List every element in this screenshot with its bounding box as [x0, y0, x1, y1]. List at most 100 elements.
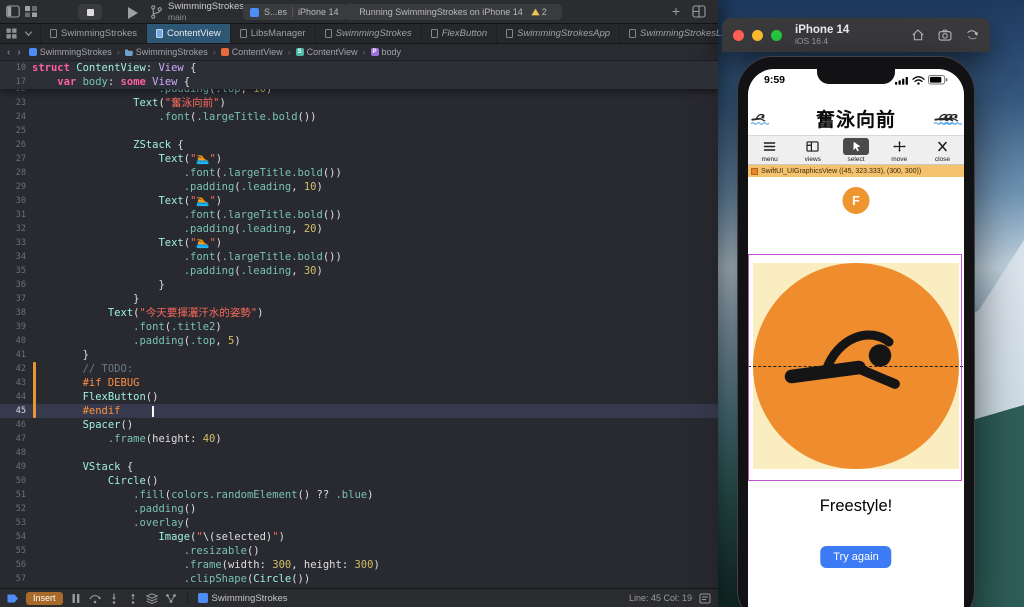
code-line[interactable]: 46 Spacer() [0, 418, 718, 432]
code-line[interactable]: 39 .font(.title2) [0, 320, 718, 334]
simulator-titlebar[interactable]: iPhone 14 iOS 16.4 [722, 18, 990, 52]
code-line[interactable]: 10 struct ContentView: View { [0, 61, 718, 75]
debug-tool-close[interactable]: close [921, 136, 964, 164]
code-line[interactable]: 55 .resizable() [0, 544, 718, 558]
code-line[interactable]: 24 .font(.largeTitle.bold()) [0, 110, 718, 124]
floating-badge[interactable]: F [842, 187, 870, 214]
editor-tab[interactable]: FlexButton [422, 24, 498, 43]
editor-tab[interactable]: ContentView [147, 24, 231, 43]
code-text: #if DEBUG [82, 377, 140, 389]
debug-tool-menu[interactable]: menu [748, 136, 791, 164]
code-line[interactable]: 38 Text("今天要揮灑汗水的姿勢") [0, 306, 718, 320]
code-text: .resizable() [183, 545, 260, 557]
breadcrumb-item[interactable]: SwimmingStrokes [28, 47, 112, 57]
run-destination[interactable]: iPhone 14 [298, 7, 339, 17]
code-line[interactable]: 34 .font(.largeTitle.bold()) [0, 250, 718, 264]
rotate-icon[interactable] [965, 28, 979, 42]
editor-tab[interactable]: LibsManager [231, 24, 316, 43]
code-line[interactable]: 26 ZStack { [0, 138, 718, 152]
code-line[interactable]: 42 // TODO: [0, 362, 718, 376]
code-line[interactable]: 57 .clipShape(Circle()) [0, 572, 718, 586]
scm-info[interactable]: SwimmingStrokes main [168, 1, 244, 23]
code-line[interactable]: 30 Text("🏊") [0, 194, 718, 208]
text-caret [152, 406, 154, 417]
code-line[interactable]: 49 VStack { [0, 460, 718, 474]
library-button[interactable] [692, 5, 706, 18]
debug-tool-views[interactable]: views [791, 136, 834, 164]
debug-tool-move[interactable]: move [878, 136, 921, 164]
code-line[interactable]: 40 .padding(.top, 5) [0, 334, 718, 348]
issues-badge[interactable]: 2 [531, 7, 547, 17]
code-line[interactable]: 53 .overlay( [0, 516, 718, 530]
home-icon[interactable] [911, 28, 925, 42]
code-line[interactable]: 33 Text("🏊") [0, 236, 718, 250]
code-line[interactable]: 50 Circle() [0, 474, 718, 488]
source-change-bar[interactable] [33, 362, 36, 418]
editor-tab[interactable]: SwimmingStrokes [41, 24, 148, 43]
code-line[interactable]: 56 .frame(width: 300, height: 300) [0, 558, 718, 572]
breadcrumb-item[interactable]: S ContentView [295, 47, 358, 57]
code-text: .font(.largeTitle.bold()) [183, 209, 342, 221]
code-line[interactable]: 37 } [0, 292, 718, 306]
code-line[interactable]: 36 } [0, 278, 718, 292]
back-button[interactable]: ‹ [7, 47, 10, 58]
breakpoints-toggle-icon[interactable] [7, 593, 19, 604]
add-button[interactable]: + [672, 3, 680, 19]
step-out-icon[interactable] [127, 593, 139, 604]
breadcrumb-item[interactable]: Pbody [370, 47, 401, 57]
toolbar-grid-icon[interactable] [24, 5, 38, 18]
code-line[interactable]: 45 #endif [0, 404, 718, 418]
iphone-screen[interactable]: 9:59 奮泳向前 menu views select move close S… [748, 69, 964, 607]
view-hierarchy-icon[interactable] [144, 592, 159, 604]
try-again-button[interactable]: Try again [820, 546, 892, 568]
breadcrumb-item[interactable]: SwimmingStrokes [124, 47, 208, 57]
pause-icon[interactable] [70, 593, 82, 604]
close-button[interactable] [733, 29, 744, 41]
memory-graph-icon[interactable] [165, 593, 177, 604]
forward-button[interactable]: › [17, 47, 20, 58]
chevron-down-icon[interactable] [23, 28, 34, 39]
code-text: Text("🏊") [158, 195, 223, 207]
editor-tab[interactable]: SwimmingStrokesApp [497, 24, 621, 43]
code-line[interactable]: 35 .padding(.leading, 30) [0, 264, 718, 278]
code-line[interactable]: 32 .padding(.leading, 20) [0, 222, 718, 236]
code-line[interactable]: 27 Text("🏊") [0, 152, 718, 166]
code-line[interactable]: 31 .font(.largeTitle.bold()) [0, 208, 718, 222]
code-line[interactable]: 41 } [0, 348, 718, 362]
scheme-selector[interactable]: S...es iPhone 14 [243, 4, 346, 20]
editor-settings-icon[interactable] [699, 593, 711, 604]
step-into-icon[interactable] [108, 593, 120, 604]
step-over-icon[interactable] [89, 593, 101, 604]
wifi-icon [912, 75, 925, 85]
debug-tool-select[interactable]: select [834, 136, 877, 164]
tab-overview-icon[interactable] [6, 28, 17, 39]
code-line[interactable]: 43 #if DEBUG [0, 376, 718, 390]
swimmer-emoji-left [751, 113, 769, 126]
breadcrumb-label: SwimmingStrokes [39, 47, 112, 57]
code-line[interactable]: 51 .fill(colors.randomElement() ?? .blue… [0, 488, 718, 502]
run-button[interactable] [128, 6, 138, 19]
code-scroll[interactable]: 22 .padding(.top, 10) 23 Text("奮泳向前") 24 .… [0, 82, 718, 586]
code-line[interactable]: 25 [0, 124, 718, 138]
code-editor[interactable]: 10 struct ContentView: View {17 var body:… [0, 61, 718, 588]
screenshot-icon[interactable] [938, 28, 952, 42]
zoom-button[interactable] [771, 29, 782, 41]
code-line[interactable]: 54 Image("\(selected)") [0, 530, 718, 544]
breadcrumb-item[interactable]: ContentView [220, 47, 283, 57]
editor-tab[interactable]: SwimmingStrokes [316, 24, 422, 43]
code-text: Circle() [107, 475, 159, 487]
code-line[interactable]: 23 Text("奮泳向前") [0, 96, 718, 110]
running-process[interactable]: SwimmingStrokes [197, 593, 288, 604]
scheme-name: S...es [264, 7, 288, 17]
code-line[interactable]: 29 .padding(.leading, 10) [0, 180, 718, 194]
code-line[interactable]: 48 [0, 446, 718, 460]
code-line[interactable]: 47 .frame(height: 40) [0, 432, 718, 446]
stop-button[interactable] [78, 4, 102, 20]
code-line[interactable]: 52 .padding() [0, 502, 718, 516]
code-line[interactable]: 44 FlexButton() [0, 390, 718, 404]
navigator-toggle-icon[interactable] [6, 5, 20, 18]
simulator-device-title: iPhone 14 [795, 23, 850, 36]
minimize-button[interactable] [752, 29, 763, 41]
code-line[interactable]: 28 .font(.largeTitle.bold()) [0, 166, 718, 180]
code-line[interactable]: 17 var body: some View { [0, 75, 718, 89]
